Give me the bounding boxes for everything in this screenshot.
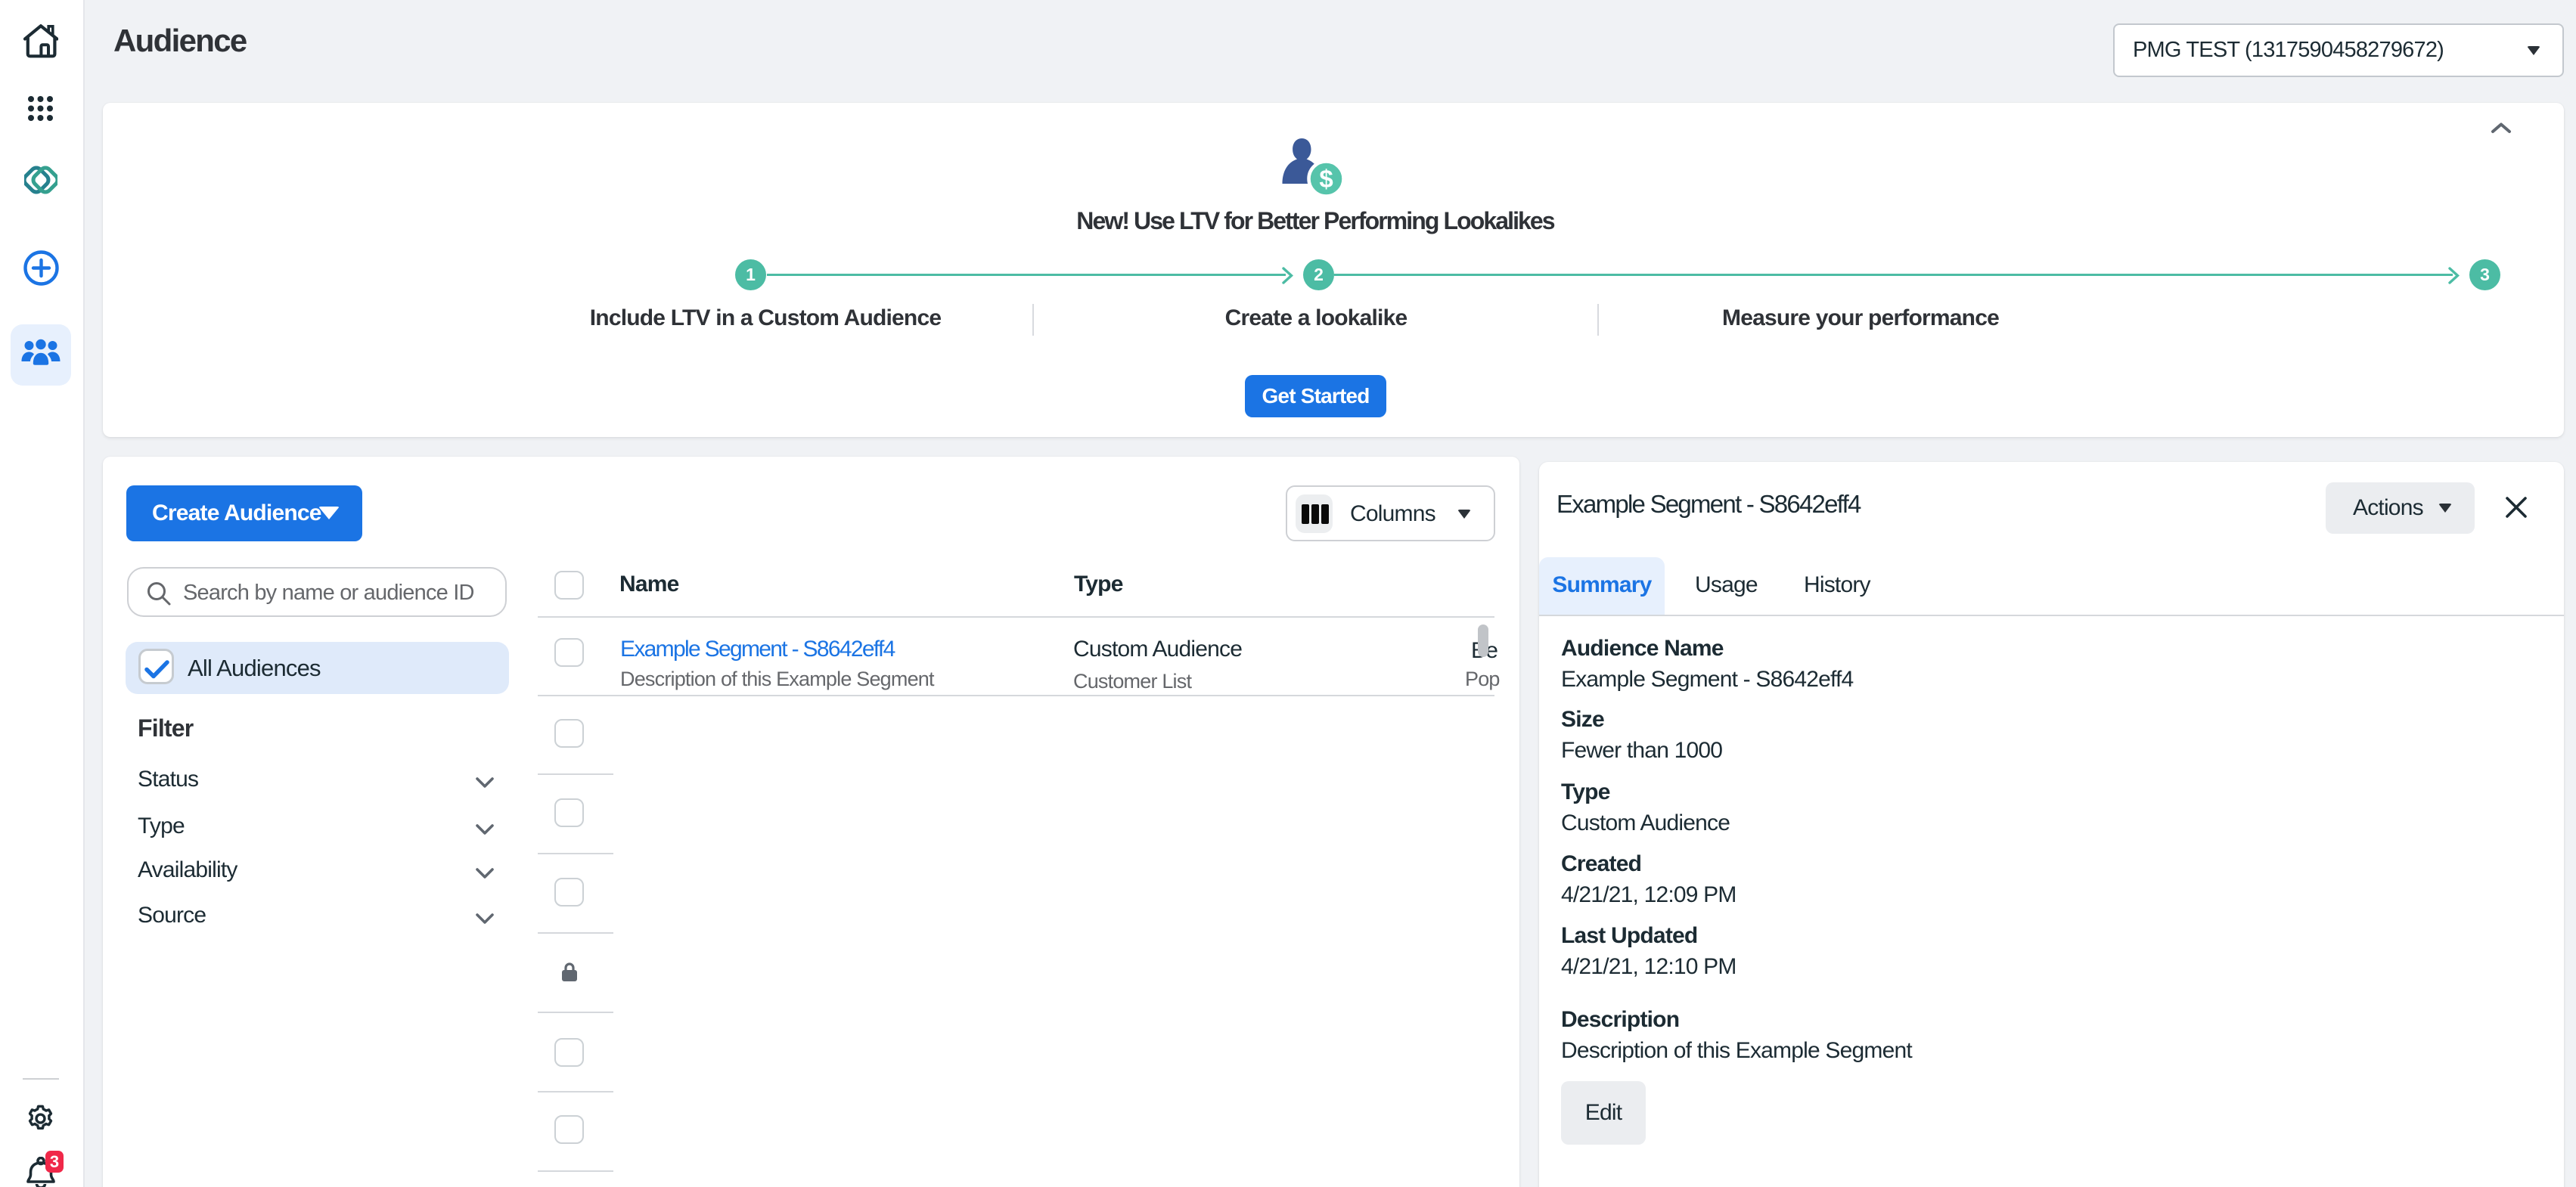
- svg-text:$: $: [1319, 165, 1333, 193]
